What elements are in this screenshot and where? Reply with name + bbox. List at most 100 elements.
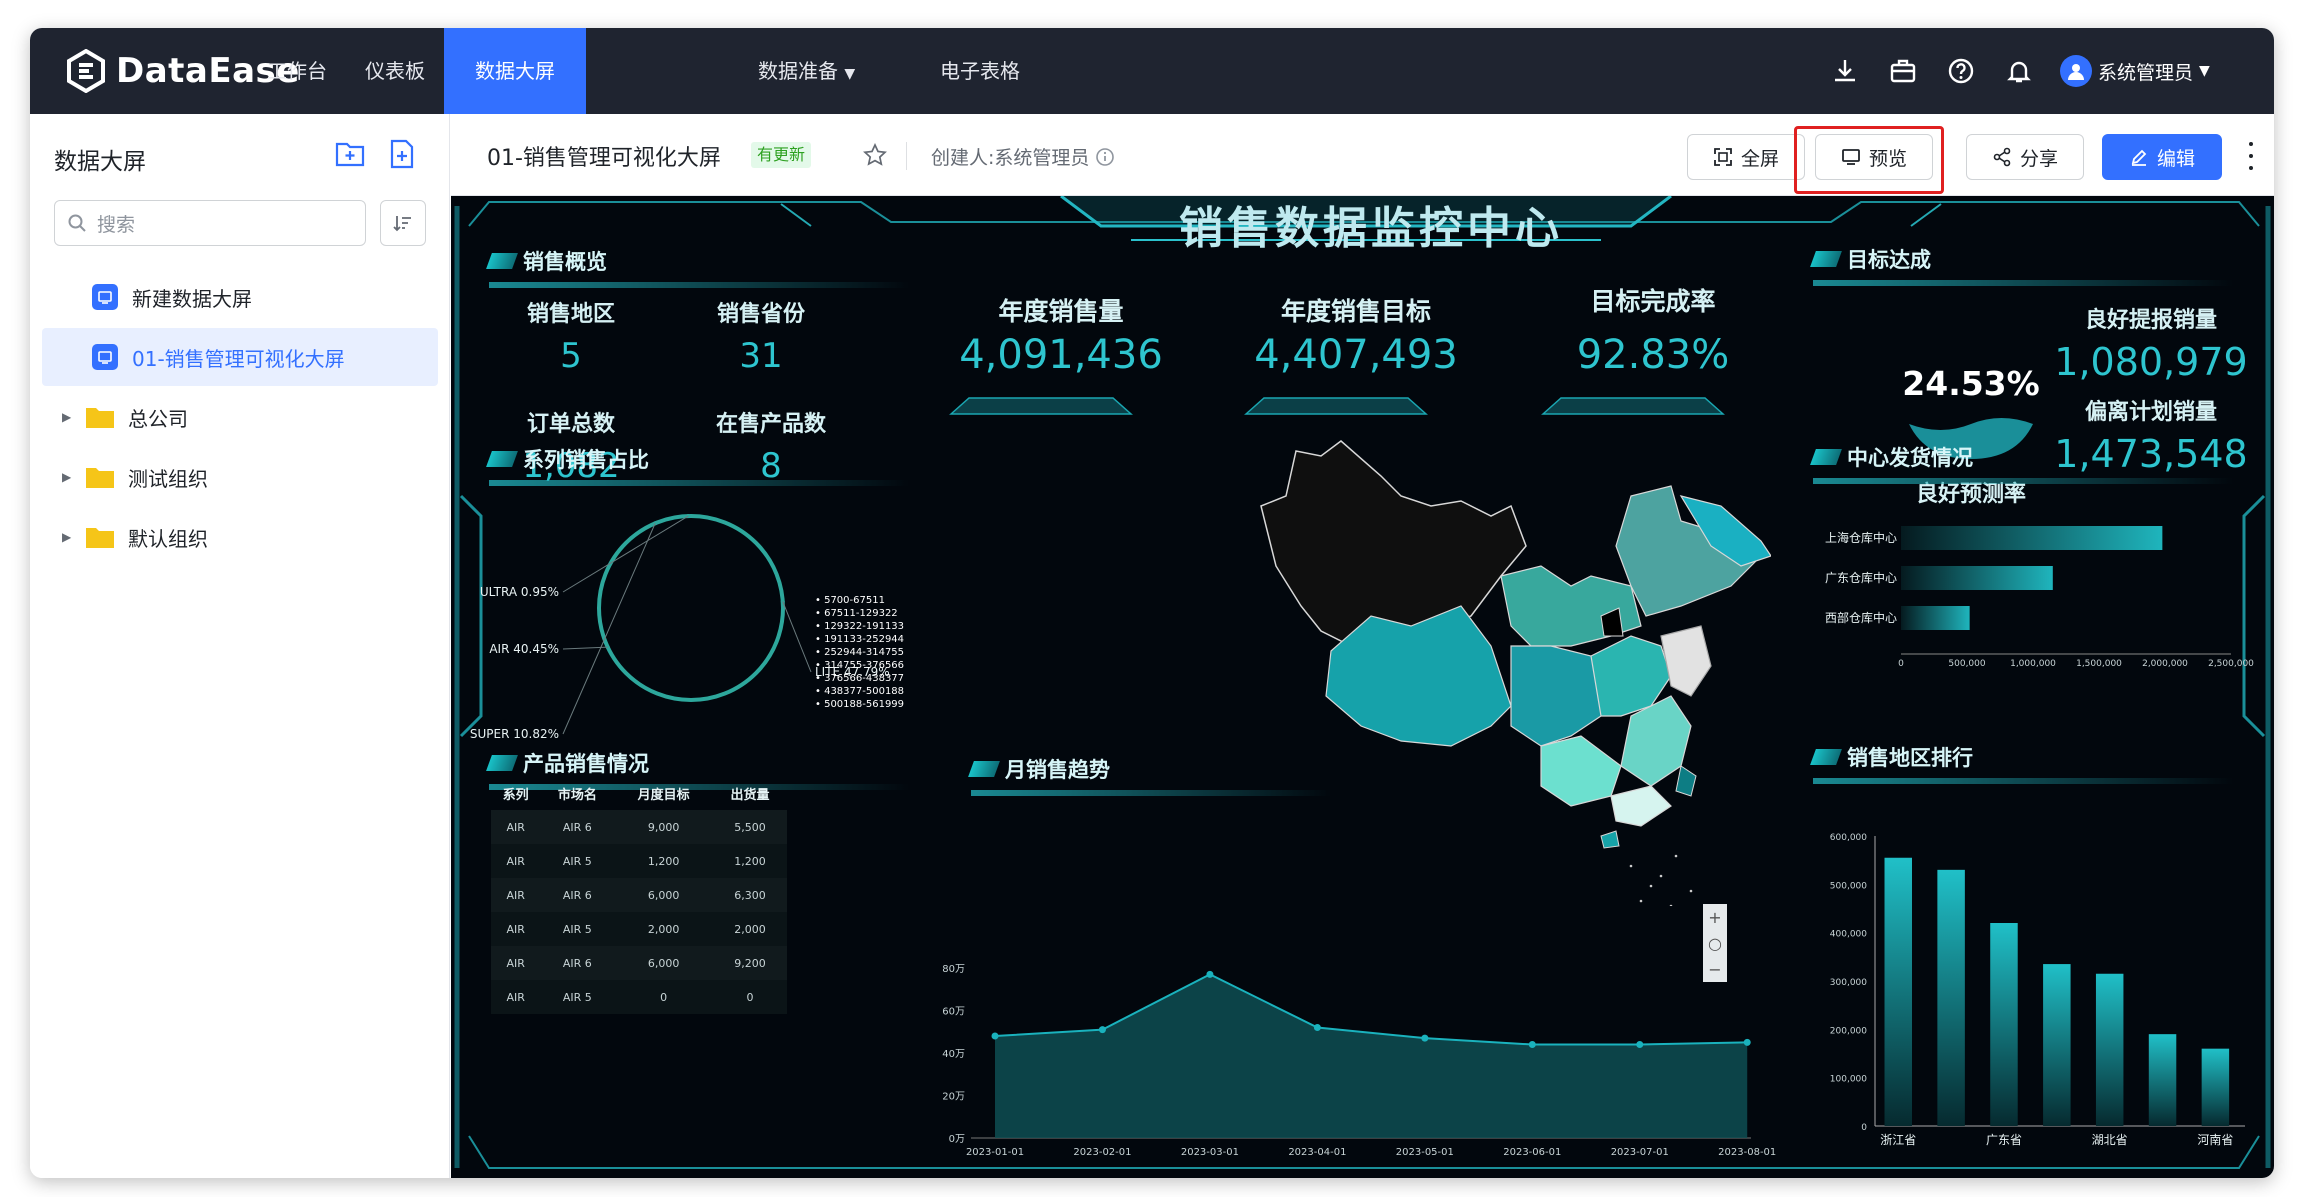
sidebar-item-test-org[interactable]: ▶ 测试组织 (42, 448, 438, 506)
screen-title: 销售数据监控中心 (1179, 203, 1563, 254)
legend-dot: • (815, 634, 825, 645)
legend-label: 252944-314755 (824, 647, 905, 658)
briefcase-icon[interactable] (1888, 56, 1918, 86)
help-icon[interactable] (1946, 56, 1976, 86)
more-icon[interactable] (2246, 142, 2256, 170)
table-cell: AIR 5 (540, 844, 615, 878)
section-title: 产品销售情况 (523, 752, 649, 776)
nav-spreadsheet[interactable]: 电子表格 (925, 28, 1035, 114)
section-title: 销售地区排行 (1847, 746, 1973, 770)
area-ytick: 60万 (942, 1007, 965, 1018)
sidebar-title: 数据大屏 (54, 149, 146, 175)
map-legend-item[interactable]: • 67511-129322 (815, 607, 904, 620)
status-badge: 有更新 (751, 142, 812, 168)
nav-dashboard[interactable]: 仪表板 (346, 28, 444, 114)
share-icon (1993, 147, 2011, 167)
kpi-value: 31 (739, 336, 783, 376)
table-cell: AIR (491, 878, 541, 912)
legend-dot: • (815, 699, 825, 710)
folder-icon (86, 526, 114, 548)
hbar-tick: 2,500,000 (2208, 659, 2254, 669)
map-legend-item[interactable]: • 314755-376566 (815, 659, 904, 672)
legend-label: 438377-500188 (824, 686, 905, 697)
legend-dot: • (815, 621, 825, 632)
edit-button[interactable]: 编辑 (2102, 134, 2222, 180)
chevron-down-icon: ▼ (844, 66, 856, 82)
section-title: 目标达成 (1847, 248, 1931, 272)
caret-right-icon[interactable]: ▶ (62, 410, 76, 424)
table-cell: 9,000 (614, 810, 713, 844)
kpi-label: 销售省份 (716, 302, 805, 327)
hbar-tick: 0 (1898, 659, 1904, 669)
nav-data-prep[interactable]: 数据准备 ▼ (758, 28, 888, 114)
new-folder-icon[interactable] (332, 136, 368, 172)
pie-leader-line (562, 515, 689, 593)
user-menu[interactable]: 系统管理员 ▼ (2060, 54, 2210, 88)
table-row: AIR AIR 6 6,000 6,300 (491, 878, 787, 912)
vbar-bar (1937, 869, 1965, 1126)
vbar-bar (2043, 964, 2071, 1126)
map-legend-item[interactable]: • 191133-252944 (815, 633, 904, 646)
bell-icon[interactable] (2004, 56, 2034, 86)
sidebar-item-head-office[interactable]: ▶ 总公司 (42, 388, 438, 446)
hbar-tick: 1,500,000 (2076, 659, 2122, 669)
kpi-label: 目标完成率 (1590, 287, 1716, 316)
area-point (991, 1032, 999, 1040)
nav-data-screen[interactable]: 数据大屏 (444, 28, 586, 114)
fullscreen-icon (1714, 148, 1732, 166)
page-title: 01-销售管理可视化大屏 (487, 146, 721, 171)
table-cell: AIR (491, 980, 541, 1014)
map-legend-item[interactable]: • 5700-67511 (815, 594, 904, 607)
pie-ring (597, 514, 785, 702)
vbar-bar (2201, 1048, 2230, 1126)
star-icon[interactable] (863, 143, 887, 167)
map-legend-item[interactable]: • 376566-438377 (815, 672, 904, 685)
nav-data-prep-label: 数据准备 (758, 59, 838, 83)
map-legend-item[interactable]: • 438377-500188 (815, 685, 904, 698)
sidebar-item-label: 总公司 (128, 406, 188, 431)
search-input[interactable]: 搜索 (54, 200, 366, 246)
sidebar-item-new-screen[interactable]: 新建数据大屏 (42, 268, 438, 326)
hbar-bar (1901, 566, 2053, 590)
dev-label: 偏离计划销量 (2084, 400, 2217, 425)
caret-right-icon[interactable]: ▶ (62, 530, 76, 544)
area-xtick: 2023-05-01 (1396, 1147, 1454, 1158)
area-xtick: 2023-06-01 (1503, 1147, 1561, 1158)
table-cell: 5,500 (712, 810, 787, 844)
pie-label: SUPER 10.82% (470, 727, 559, 741)
download-icon[interactable] (1830, 56, 1860, 86)
table-cell: 9,200 (712, 946, 787, 980)
table-cell: AIR 6 (540, 878, 615, 912)
caret-right-icon[interactable]: ▶ (62, 470, 76, 484)
table-cell: 0 (712, 980, 787, 1014)
table-row: AIR AIR 5 2,000 2,000 (491, 912, 787, 946)
legend-label: 500188-561999 (824, 699, 905, 710)
map-legend-item[interactable]: • 129322-191133 (815, 620, 904, 633)
new-screen-icon[interactable] (384, 136, 420, 172)
region-rank-chart: 0 100,000 200,000 300,000 400,000 500,000 600,… (1830, 833, 2245, 1147)
hbar-category: 广东仓库中心 (1825, 570, 1897, 585)
share-button[interactable]: 分享 (1966, 134, 2084, 180)
table-header-row: 系列 市场名 月度目标 出货量 (491, 776, 787, 810)
map-legend-item[interactable]: • 500188-561999 (815, 698, 904, 711)
sidebar-item-label: 01-销售管理可视化大屏 (132, 346, 345, 371)
info-icon[interactable] (1095, 147, 1115, 167)
sidebar-item-default-org[interactable]: ▶ 默认组织 (42, 508, 438, 566)
section-underline (1813, 280, 2233, 286)
pencil-icon (2131, 149, 2147, 166)
area-point (1206, 970, 1214, 978)
map-legend-item[interactable]: • 252944-314755 (815, 646, 904, 659)
legend-dot: • (815, 686, 825, 697)
legend-dot: • (815, 608, 825, 619)
pie-leader-line (562, 523, 656, 735)
sidebar-item-sales-screen[interactable]: 01-销售管理可视化大屏 (42, 328, 438, 386)
hbar-bar (1901, 526, 2163, 550)
area-ytick: 0万 (949, 1134, 965, 1145)
fullscreen-button[interactable]: 全屏 (1687, 134, 1805, 180)
user-name: 系统管理员 (2098, 61, 2194, 84)
vbar-ytick: 500,000 (1830, 881, 1867, 891)
sort-button[interactable] (380, 200, 426, 246)
table-cell: AIR (491, 810, 541, 844)
nav-workbench[interactable]: 工作台 (248, 28, 346, 114)
vbar-category: 湖北省 (2092, 1132, 2128, 1147)
